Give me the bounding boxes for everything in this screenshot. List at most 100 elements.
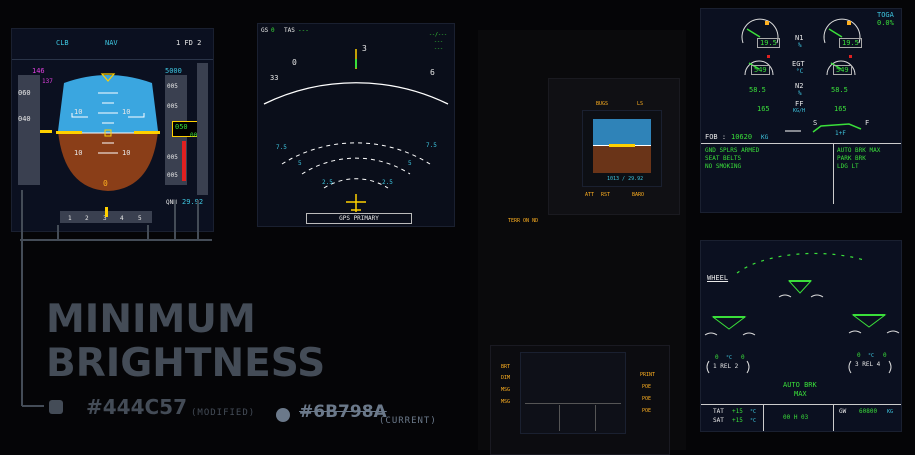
range-5-right: 5 <box>408 160 412 167</box>
auto-brk-label: AUTO BRK <box>783 381 817 389</box>
isis-bugs-key: BUGS <box>596 101 609 107</box>
wheel-diagram <box>704 252 900 374</box>
brake-temp-1: 0 <box>715 354 719 361</box>
isis-sky <box>593 119 651 145</box>
mcdu-screen <box>520 352 626 434</box>
memo-right-3: LDG LT <box>837 163 859 170</box>
range-7-5-right: 7.5 <box>426 142 437 149</box>
range-2-5-right: 2.5 <box>382 179 393 186</box>
memo-right-1: AUTO BRK MAX <box>837 147 881 154</box>
memo-left-3: NO SMOKING <box>705 163 742 170</box>
navigation-display: GS 0 TAS --- --/--- --- --- 33 0 3 6 7.5… <box>257 23 455 227</box>
mcdu-key-brt[interactable]: BRT <box>501 364 510 370</box>
compass-mark-6: 6 <box>430 68 435 77</box>
memo-divider <box>701 143 901 144</box>
brake-temp-unit-left: °C <box>726 355 733 361</box>
range-7-5-left: 7.5 <box>276 144 287 151</box>
isis-baro-key: BARO <box>632 192 645 198</box>
memo-divider-vertical <box>833 144 834 204</box>
n1-unit: % <box>798 42 802 49</box>
compass-rose <box>263 49 449 212</box>
auto-brk-mode: MAX <box>794 390 807 398</box>
sd-footer-divider <box>701 404 901 405</box>
sat-value: +15 <box>732 417 743 424</box>
isis-aircraft-symbol <box>609 144 635 147</box>
sd-footer-divider-3 <box>833 405 834 431</box>
n1-label: N1 <box>795 34 804 42</box>
gps-primary-label: GPS PRIMARY <box>339 215 379 222</box>
fob-label: FOB : <box>705 133 727 141</box>
fob-value: 10620 <box>731 133 753 141</box>
sat-unit: °C <box>750 418 757 424</box>
brake-temp-2: 0 <box>741 354 745 361</box>
standby-instrument: 1013 / 29.92 <box>582 110 662 187</box>
egt-left-value: 549 <box>751 65 770 75</box>
ff-unit: KG/H <box>793 108 806 114</box>
flap-label: F <box>865 119 870 127</box>
gps-primary-box: GPS PRIMARY <box>306 213 412 224</box>
range-2-5-left: 2.5 <box>322 179 333 186</box>
n2-unit: % <box>798 90 802 97</box>
brake-temp-4: 0 <box>883 352 887 359</box>
mcdu-key-poe-1[interactable]: POE <box>642 384 651 390</box>
flap-position: 1+F <box>835 130 846 137</box>
n1-right-value: 19.5 <box>839 38 862 48</box>
mcdu-line-2 <box>559 405 560 431</box>
terr-on-nd-label: TERR ON ND <box>508 218 539 224</box>
n1-left-value: 19.5 <box>757 38 780 48</box>
egt-label: EGT <box>792 60 805 68</box>
ff-left-value: 165 <box>757 105 770 113</box>
rel-left: 1 REL 2 <box>713 363 739 370</box>
sat-label: SAT <box>713 417 724 424</box>
mcdu-key-msg-2[interactable]: MSG <box>501 399 510 405</box>
tat-unit: °C <box>750 409 757 415</box>
isis-ls-key: LS <box>637 101 644 107</box>
caption-line-2: BRIGHTNESS <box>46 341 326 386</box>
system-display: WHEEL 0 °C 0 1 REL 2 0 °C 0 3 REL 4 AUTO… <box>700 240 902 432</box>
ff-right-value: 165 <box>834 105 847 113</box>
isis-ground <box>593 145 651 173</box>
brake-temp-3: 0 <box>857 352 861 359</box>
modified-tag: (MODIFIED) <box>191 408 256 418</box>
mcdu-key-print[interactable]: PRINT <box>640 372 655 378</box>
sd-footer-divider-2 <box>763 405 764 431</box>
egt-right-value: 549 <box>833 65 852 75</box>
memo-left-1: GND SPLRS ARMED <box>705 147 760 154</box>
gw-unit: KG <box>887 409 894 415</box>
ff-label: FF <box>795 100 804 108</box>
engine-warning-display: TOGA 0.0% 19.5 19.5 N1 % 549 549 EGT °C … <box>700 8 902 213</box>
mcdu-key-poe-3[interactable]: POE <box>642 408 651 414</box>
tat-value: +15 <box>732 408 743 415</box>
tat-label: TAT <box>713 408 724 415</box>
gw-value: 60800 <box>859 408 878 415</box>
modified-hex: #444C57 <box>86 395 188 419</box>
compass-mark-33: 33 <box>270 74 279 82</box>
isis-baro-readout: 1013 / 29.92 <box>607 176 644 182</box>
compass-mark-0: 0 <box>292 58 297 67</box>
gw-label: GW <box>839 408 847 415</box>
n2-left-value: 58.5 <box>749 86 766 94</box>
compass-mark-3: 3 <box>362 44 367 53</box>
current-tag: (CURRENT) <box>379 416 437 426</box>
n2-right-value: 58.5 <box>831 86 848 94</box>
range-5-left: 5 <box>298 160 302 167</box>
memo-right-2: PARK BRK <box>837 155 866 162</box>
mcdu-line-3 <box>595 405 596 431</box>
modified-color-swatch <box>49 400 63 414</box>
slat-label: S <box>813 119 818 127</box>
rel-right: 3 REL 4 <box>855 361 881 368</box>
fob-unit: KG <box>761 134 769 141</box>
brake-temp-unit-right: °C <box>868 353 875 359</box>
current-color-swatch <box>276 408 290 422</box>
n2-label: N2 <box>795 82 804 90</box>
mcdu-line <box>525 403 621 404</box>
egt-unit: °C <box>796 68 804 75</box>
memo-left-2: SEAT BELTS <box>705 155 742 162</box>
mcdu-key-dim[interactable]: DIM <box>501 375 510 381</box>
elapsed-time: 00 H 03 <box>783 414 809 421</box>
isis-rst-key: RST <box>601 192 611 198</box>
current-hex: #6B798A <box>299 402 387 422</box>
mcdu-key-poe-2[interactable]: POE <box>642 396 651 402</box>
mcdu-key-msg-1[interactable]: MSG <box>501 387 510 393</box>
caption-line-1: MINIMUM <box>46 297 256 342</box>
